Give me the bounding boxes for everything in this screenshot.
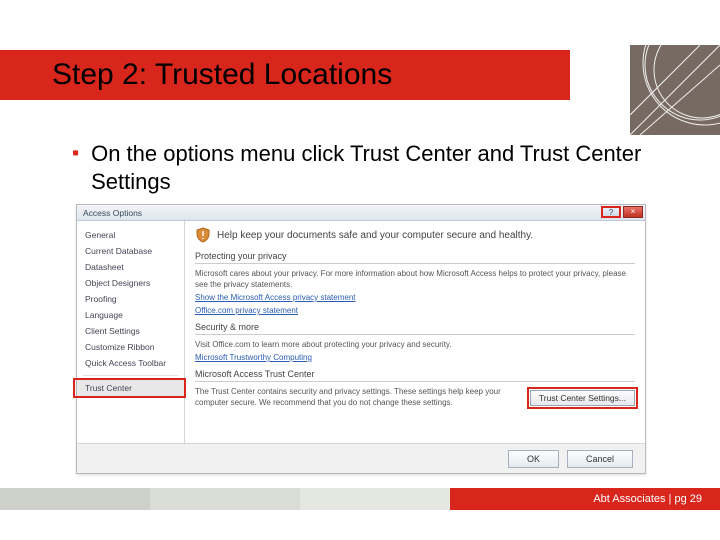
access-options-dialog: Access Options ? × General Current Datab… xyxy=(76,204,646,474)
section-title-trust-center: Microsoft Access Trust Center xyxy=(195,369,635,382)
slide-title: Step 2: Trusted Locations xyxy=(52,58,392,92)
ok-button[interactable]: OK xyxy=(508,450,559,468)
security-body: Visit Office.com to learn more about pro… xyxy=(195,339,635,350)
slide: Step 2: Trusted Locations ▪ On the optio… xyxy=(0,0,720,540)
sidebar-item-language[interactable]: Language xyxy=(77,307,184,323)
shield-icon xyxy=(195,227,211,243)
trust-center-row: The Trust Center contains security and p… xyxy=(195,386,635,408)
bullet: ▪ On the options menu click Trust Center… xyxy=(72,140,660,196)
segment-c xyxy=(300,488,450,510)
security-link[interactable]: Microsoft Trustworthy Computing xyxy=(195,352,635,363)
bottom-bar: Abt Associates | pg 29 xyxy=(0,488,720,510)
sidebar-item-quick-access[interactable]: Quick Access Toolbar xyxy=(77,355,184,371)
sidebar-item-proofing[interactable]: Proofing xyxy=(77,291,184,307)
window-buttons: ? × xyxy=(601,206,643,218)
sidebar-item-datasheet[interactable]: Datasheet xyxy=(77,259,184,275)
sidebar-item-general[interactable]: General xyxy=(77,227,184,243)
banner-text: Help keep your documents safe and your c… xyxy=(217,230,533,241)
segment-b xyxy=(150,488,300,510)
sidebar-item-client-settings[interactable]: Client Settings xyxy=(77,323,184,339)
trust-center-button-wrap: Trust Center Settings... xyxy=(530,390,635,406)
dialog-titlebar: Access Options ? × xyxy=(77,205,645,221)
close-button[interactable]: × xyxy=(623,206,643,218)
segment-d: Abt Associates | pg 29 xyxy=(450,488,720,510)
privacy-link-1[interactable]: Show the Microsoft Access privacy statem… xyxy=(195,292,635,303)
segment-a xyxy=(0,488,150,510)
help-button[interactable]: ? xyxy=(601,206,621,218)
dialog-title: Access Options xyxy=(83,208,142,218)
sidebar-item-customize-ribbon[interactable]: Customize Ribbon xyxy=(77,339,184,355)
dialog-footer: OK Cancel xyxy=(77,443,645,473)
dialog-sidebar: General Current Database Datasheet Objec… xyxy=(77,221,185,445)
sidebar-divider xyxy=(83,375,178,376)
privacy-link-2[interactable]: Office.com privacy statement xyxy=(195,305,635,316)
bullet-text: On the options menu click Trust Center a… xyxy=(91,140,660,196)
trust-center-settings-button[interactable]: Trust Center Settings... xyxy=(530,390,635,406)
slide-header: Step 2: Trusted Locations xyxy=(0,50,570,100)
dialog-main: Help keep your documents safe and your c… xyxy=(185,221,645,445)
sidebar-item-trust-center[interactable]: Trust Center xyxy=(77,380,184,396)
cancel-button[interactable]: Cancel xyxy=(567,450,633,468)
bullet-marker-icon: ▪ xyxy=(72,140,79,166)
dialog-body: General Current Database Datasheet Objec… xyxy=(77,221,645,445)
section-title-security: Security & more xyxy=(195,322,635,335)
footer-text: Abt Associates | pg 29 xyxy=(593,493,702,505)
sidebar-item-object-designers[interactable]: Object Designers xyxy=(77,275,184,291)
sidebar-item-trust-center-label: Trust Center xyxy=(85,383,132,393)
privacy-body: Microsoft cares about your privacy. For … xyxy=(195,268,635,290)
trust-center-body: The Trust Center contains security and p… xyxy=(195,386,522,408)
sidebar-item-current-database[interactable]: Current Database xyxy=(77,243,184,259)
logo xyxy=(630,45,720,135)
banner-row: Help keep your documents safe and your c… xyxy=(195,227,635,243)
section-title-privacy: Protecting your privacy xyxy=(195,251,635,264)
